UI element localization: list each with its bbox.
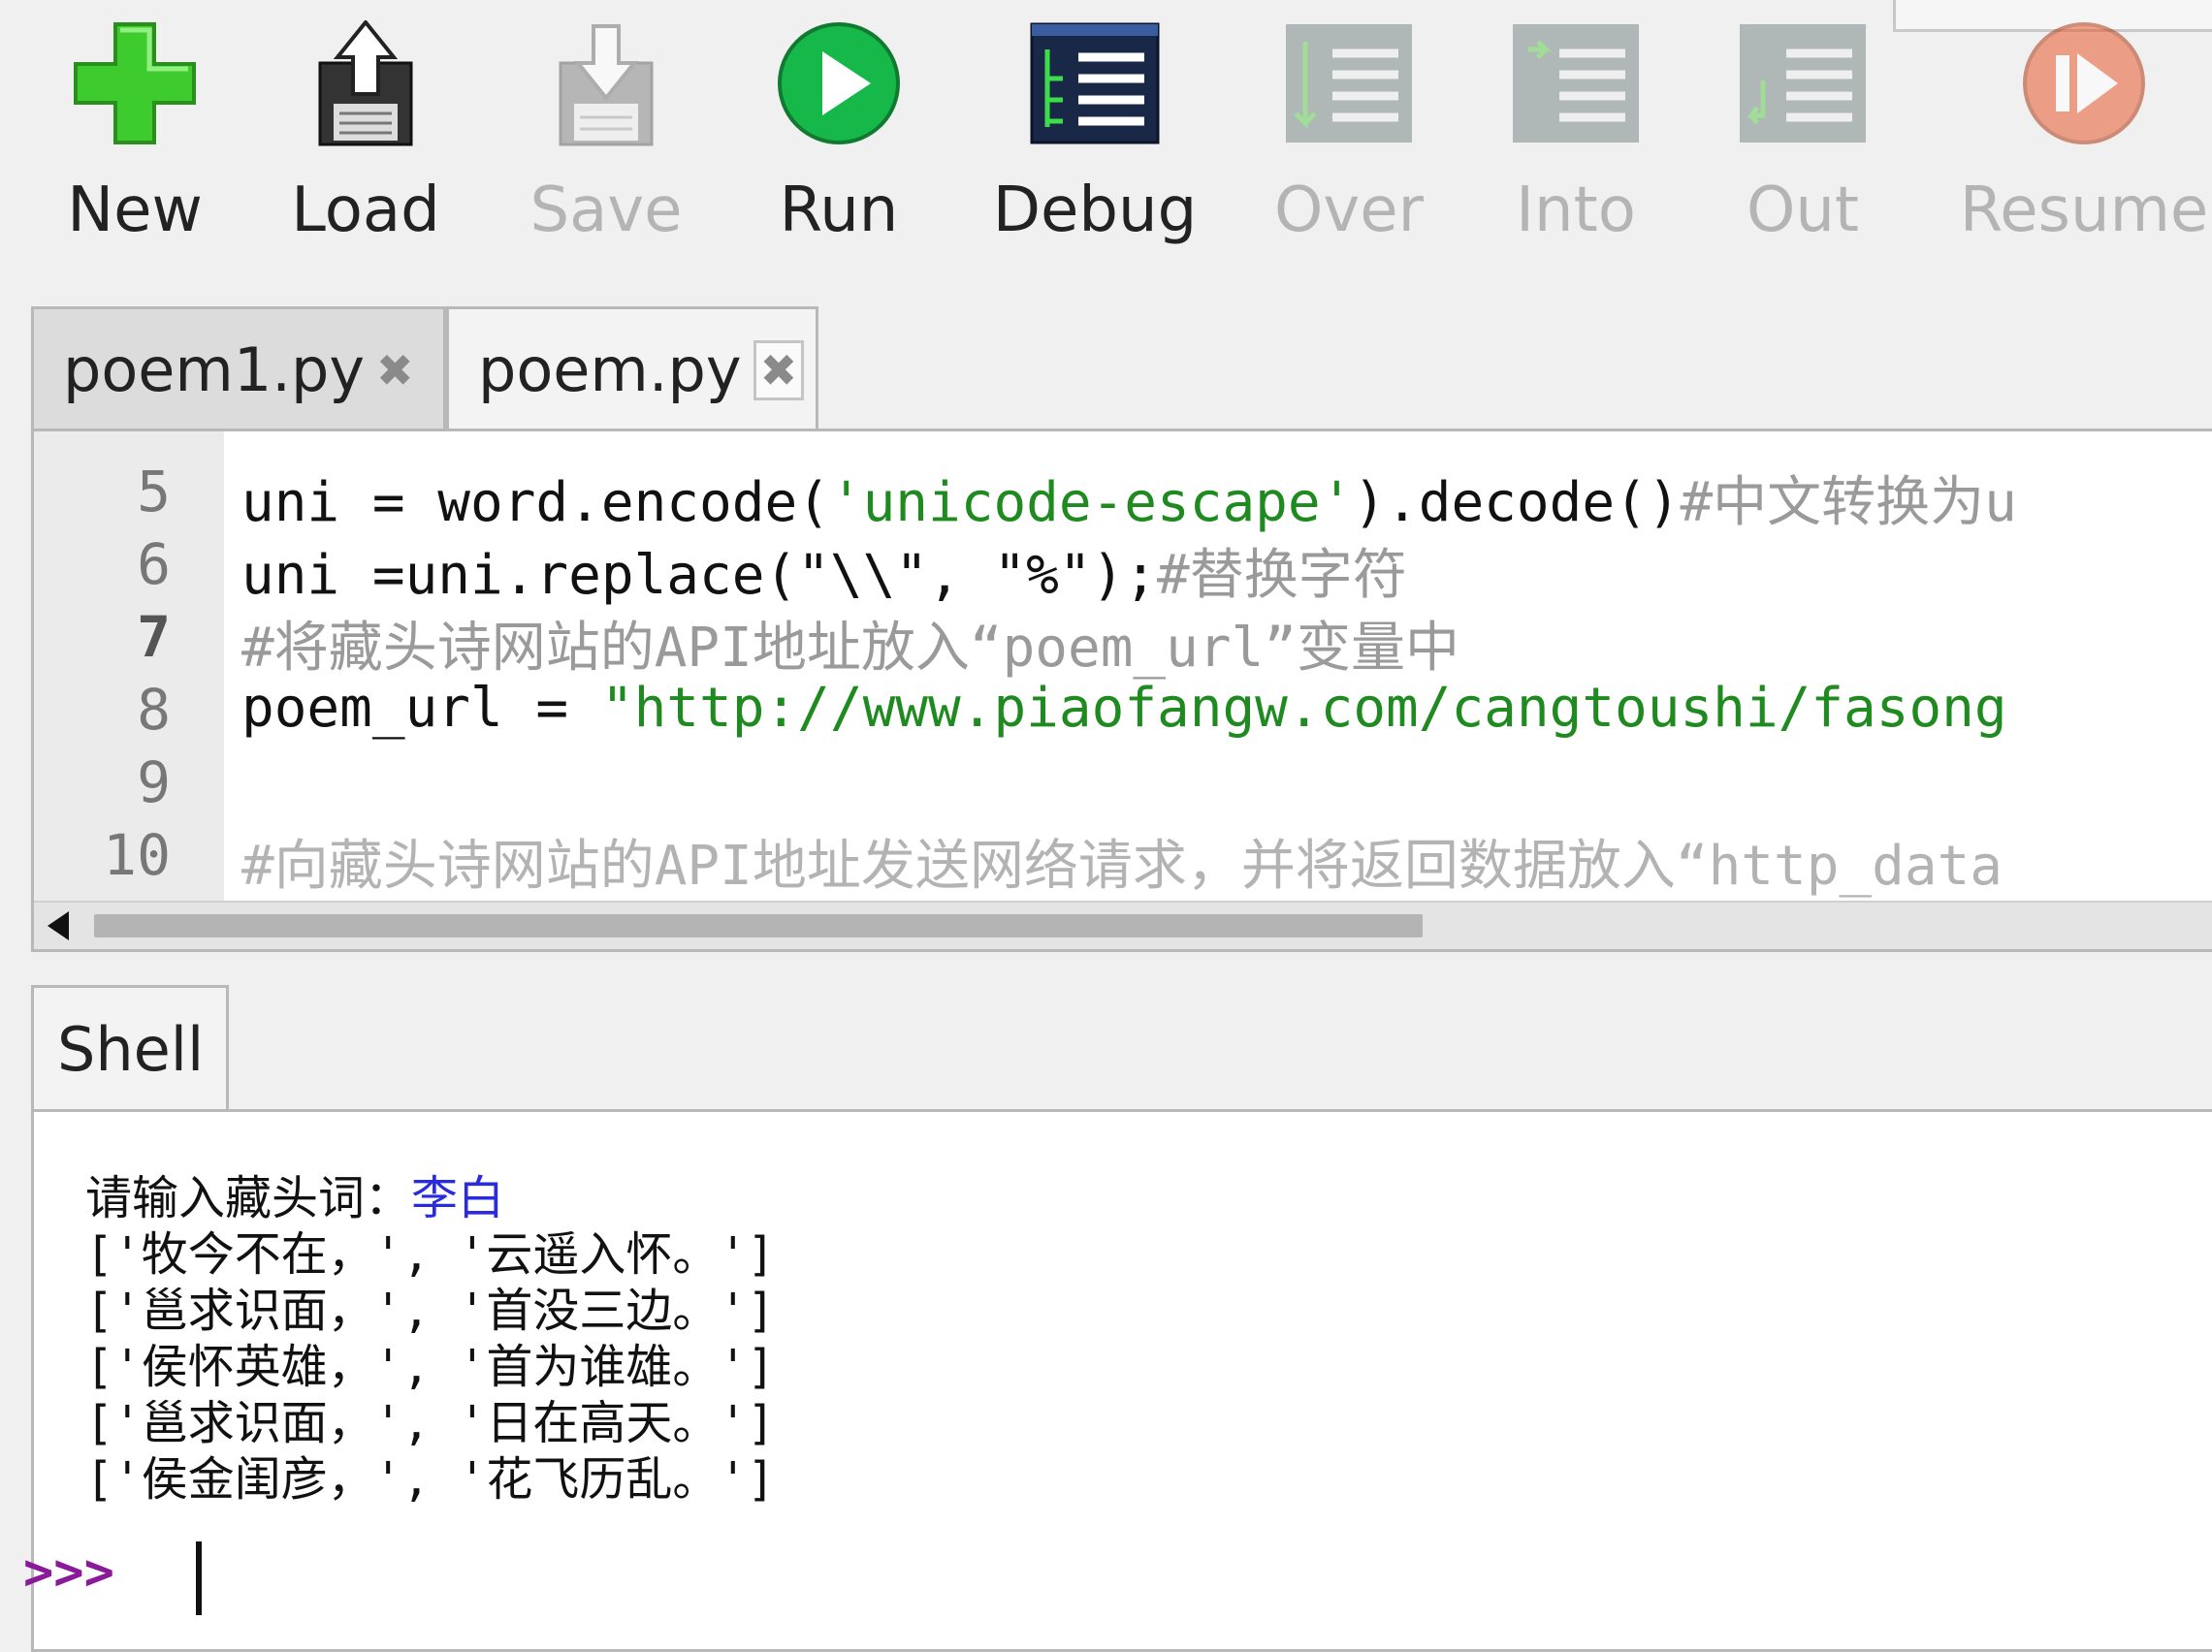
tab-poem[interactable]: poem.py ✖ [446,306,818,430]
line-number: 8 [137,677,171,743]
toolbar: New Load Save Run Debug Over Into Out Re… [0,0,2212,291]
tab-shell[interactable]: Shell [31,985,229,1111]
save-button[interactable]: Save [495,17,718,260]
shell-tab-label: Shell [57,1014,205,1085]
play-icon [771,17,907,149]
resume-button[interactable]: Resume [1960,17,2208,260]
resume-label: Resume [1959,175,2209,246]
save-floppy-icon [538,17,674,149]
new-label: New [67,175,203,246]
load-floppy-icon [298,17,433,149]
code-line: #向藏头诗网站的API地址发送网络请求，并将返回数据放入“http_data [241,835,2004,898]
run-button[interactable]: Run [727,17,950,260]
step-over-button[interactable]: Over [1237,17,1460,260]
code-area[interactable]: uni = word.encode('unicode-escape').deco… [241,431,2212,905]
scroll-left-arrow-icon[interactable] [48,911,69,940]
code-line: uni =uni.replace("\\", "%");#替换字符 [241,544,1407,607]
step-out-icon [1735,17,1871,149]
scrollbar-thumb[interactable] [94,914,1423,937]
horizontal-scrollbar[interactable] [34,901,2212,949]
over-label: Over [1274,175,1424,246]
step-out-button[interactable]: Out [1691,17,1914,260]
load-button[interactable]: Load [254,17,477,260]
line-number: 6 [137,531,171,597]
line-number: 5 [137,459,171,524]
close-icon[interactable]: ✖ [376,344,414,397]
line-number: 7 [137,604,171,670]
step-into-button[interactable]: Into [1464,17,1687,260]
out-label: Out [1746,175,1860,246]
close-icon[interactable]: ✖ [753,339,805,400]
run-label: Run [779,175,899,246]
save-label: Save [529,175,683,246]
tab-poem1-label: poem1.py [63,334,366,405]
shell-prompt: >>> [23,1543,114,1602]
resume-icon [2016,17,2152,149]
new-button[interactable]: New [23,17,246,260]
step-over-icon [1281,17,1417,149]
line-number: 9 [137,749,171,815]
text-cursor [196,1541,202,1615]
code-line: poem_url = "http://www.piaofangw.com/can… [241,677,2007,740]
load-label: Load [291,175,440,246]
plus-icon [67,17,203,149]
code-line: uni = word.encode('unicode-escape').deco… [241,471,2017,534]
shell-output-line: ['侯金闺彦，', '花飞历乱。'] [85,1452,776,1507]
line-number: 10 [103,822,171,888]
debug-label: Debug [992,175,1198,246]
line-number-gutter: 5 6 7 8 9 10 [34,431,224,905]
step-into-icon [1508,17,1644,149]
debug-list-icon [1027,17,1163,149]
tab-poem1[interactable]: poem1.py ✖ [31,306,446,430]
tab-poem-label: poem.py [478,334,742,405]
code-editor[interactable]: 5 6 7 8 9 10 uni = word.encode('unicode-… [31,429,2212,952]
into-label: Into [1516,175,1636,246]
debug-button[interactable]: Debug [983,17,1206,260]
code-line: #将藏头诗网站的API地址放入“poem_url”变量中 [241,617,1460,680]
